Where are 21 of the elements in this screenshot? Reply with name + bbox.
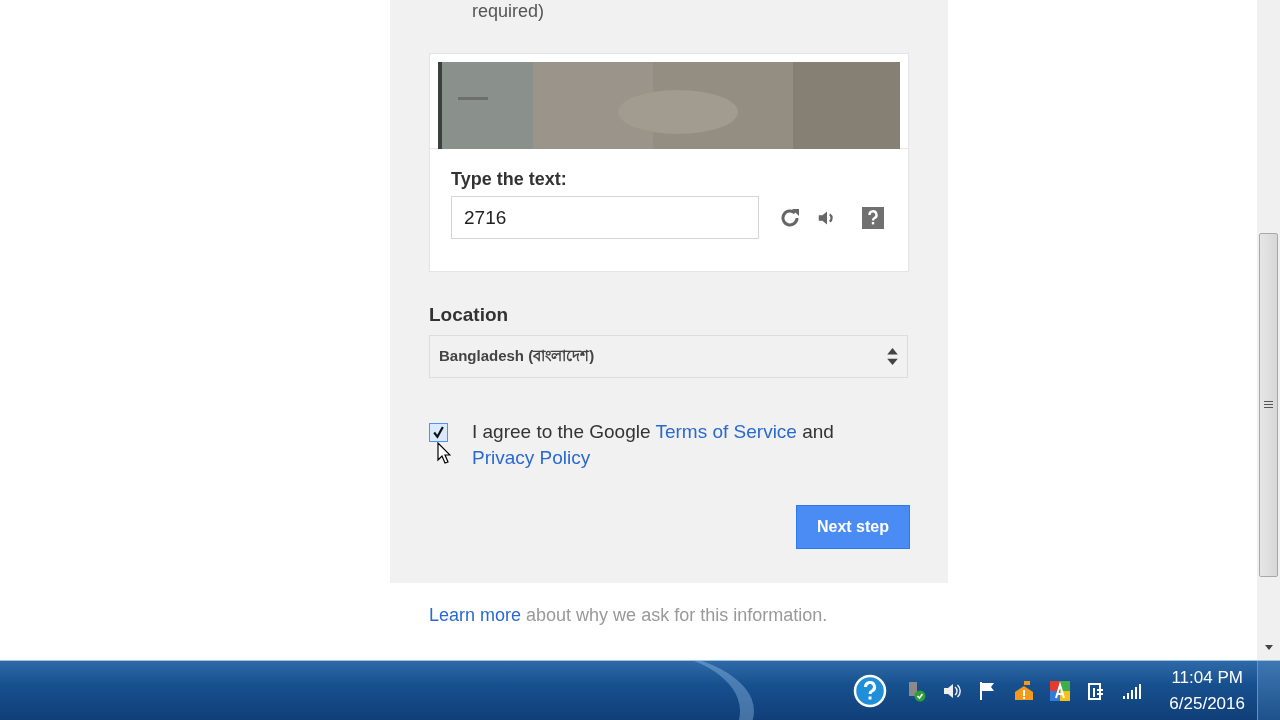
required-note: required) [471, 0, 546, 22]
help-icon[interactable] [853, 673, 888, 708]
pointer-icon [437, 442, 451, 464]
location-label: Location [429, 304, 510, 326]
colored-tiles-icon[interactable] [1049, 679, 1072, 702]
scrollbar[interactable] [1257, 0, 1280, 660]
scroll-down-icon[interactable] [1265, 645, 1273, 650]
captcha-input[interactable]: 2716 [451, 196, 759, 239]
agreement-text: I agree to the Google Terms of Service and Privacy Policy [472, 420, 835, 470]
learn-more-link[interactable]: Learn more [429, 605, 522, 625]
captcha-label: Type the text: [451, 169, 568, 190]
privacy-link[interactable]: Privacy Policy [472, 447, 591, 468]
clock-date[interactable]: 6/25/2016 [1169, 690, 1245, 717]
clock-time[interactable]: 11:04 PM [1171, 664, 1243, 691]
agree-checkbox[interactable] [429, 423, 448, 442]
terms-link[interactable]: Terms of Service [655, 421, 797, 442]
sort-arrows-icon [887, 348, 898, 365]
help-icon[interactable] [862, 206, 884, 229]
warning-icon[interactable] [1013, 679, 1036, 702]
location-select[interactable]: Bangladesh (বাংলাদেশ) [429, 335, 908, 378]
scroll-thumb[interactable] [1259, 233, 1278, 577]
